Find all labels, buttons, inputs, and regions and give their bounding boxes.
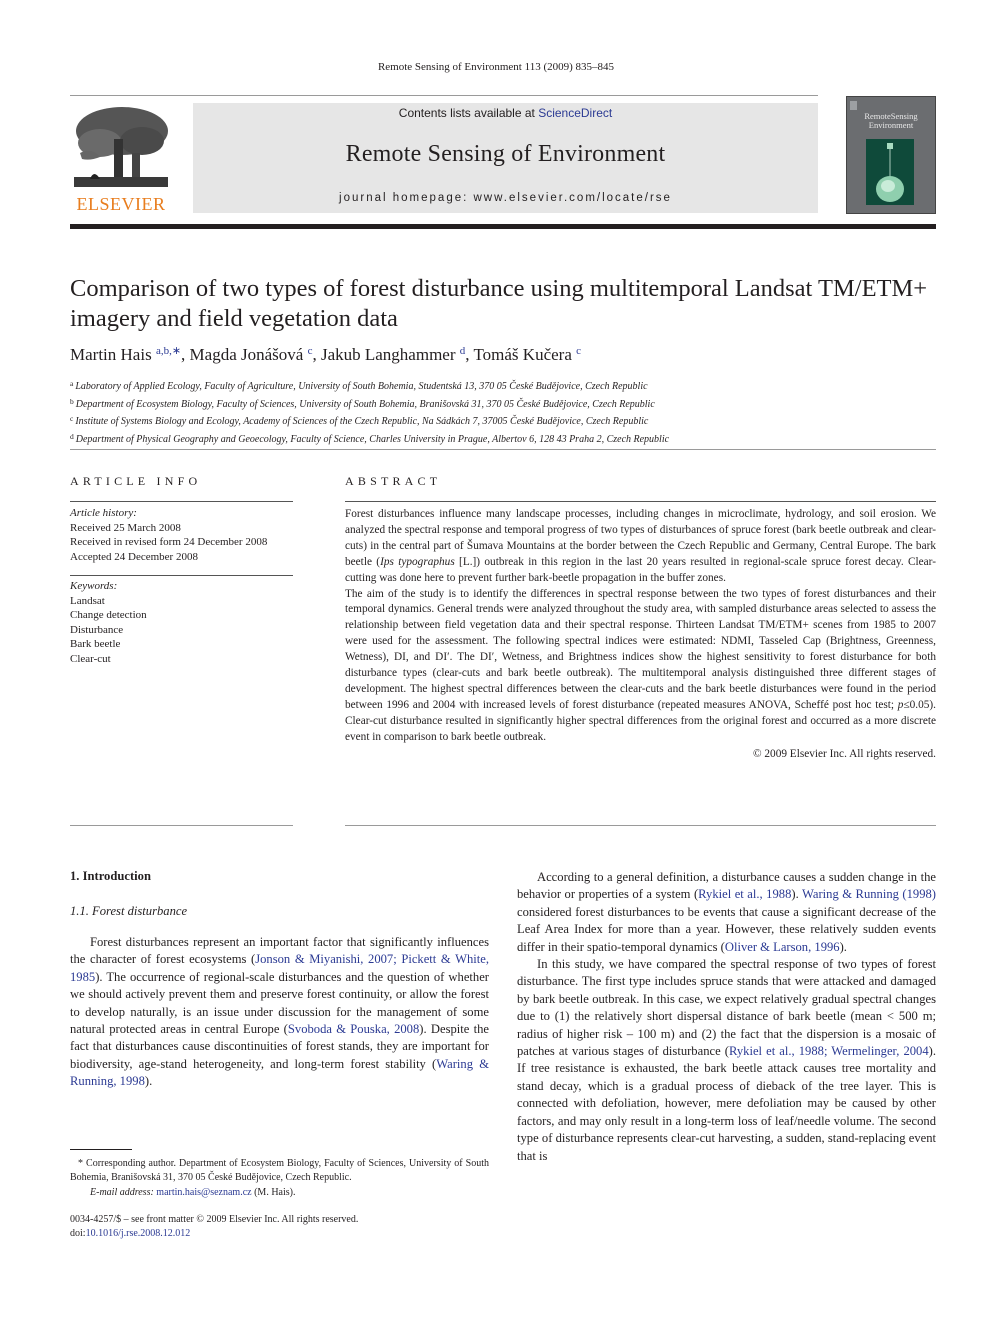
body-text: ). (791, 887, 802, 902)
affiliation-key: c (70, 414, 74, 423)
history-item: Received 25 March 2008 (70, 521, 181, 534)
doi-label: doi: (70, 1228, 86, 1240)
sciencedirect-link[interactable]: ScienceDirect (538, 106, 612, 120)
history-item: Received in revised form 24 December 200… (70, 536, 268, 548)
left-column: Forest disturbances represent an importa… (70, 934, 489, 1091)
abstract-rights: © 2009 Elsevier Inc. All rights reserved… (752, 747, 936, 760)
contents-line: Contents lists available at ScienceDirec… (193, 106, 818, 120)
header-thick-rule (70, 224, 936, 229)
doi-link[interactable]: 10.1016/j.rse.2008.12.012 (86, 1228, 191, 1239)
keyword: Disturbance (70, 623, 124, 636)
history-heading: Article history: (70, 507, 137, 519)
email-line: E-mail address: martin.hais@seznam.cz (M… (70, 1186, 489, 1200)
issn-doi: 0034-4257/$ – see front matter © 2009 El… (70, 1213, 358, 1242)
body-text: ). (144, 1074, 153, 1089)
citation-link[interactable]: Rykiel et al., 1988; Wermelinger, 2004 (729, 1044, 929, 1058)
keyword: Clear-cut (70, 652, 111, 665)
abstract-heading: ABSTRACT (345, 474, 442, 488)
body-text: ). (839, 939, 847, 954)
article-info-rule (70, 501, 293, 502)
abstract-body: Forest disturbances influence many lands… (345, 507, 936, 763)
keyword: Bark beetle (70, 638, 121, 650)
article-info-heading: ARTICLE INFO (70, 474, 202, 488)
citation-link[interactable]: Waring & Running (1998) (802, 887, 936, 901)
keyword: Change detection (70, 609, 147, 621)
body-paragraph: According to a general definition, a dis… (517, 869, 936, 956)
abstract-rule (345, 501, 936, 502)
journal-banner: Contents lists available at ScienceDirec… (193, 103, 818, 213)
affiliation-key: b (70, 396, 74, 406)
citation-link[interactable]: Svoboda & Pouska, 2008 (288, 1022, 419, 1036)
affiliation: d Department of Physical Geography and Ge… (70, 430, 669, 448)
footnote: * Corresponding author. Department of Ec… (70, 1157, 489, 1200)
affiliation-text: Department of Ecosystem Biology, Faculty… (75, 398, 655, 410)
keywords-heading: Keywords: (70, 580, 118, 592)
email-suffix: (M. Hais). (251, 1186, 296, 1198)
running-head: Remote Sensing of Environment 113 (2009)… (377, 61, 615, 73)
affiliation-key: a (70, 379, 74, 388)
author-name: Magda Jonášová (189, 345, 304, 364)
author-name: Martin Hais (70, 345, 152, 364)
journal-cover[interactable]: RemoteSensing Environment (846, 96, 936, 214)
elsevier-logo[interactable]: ELSEVIER (70, 103, 172, 215)
body-paragraph: Forest disturbances represent an importa… (70, 934, 489, 1091)
email-link[interactable]: martin.hais@seznam.cz (156, 1187, 251, 1198)
affiliation-text: Institute of Systems Biology and Ecology… (75, 416, 649, 427)
citation-link[interactable]: Oliver & Larson, 1996 (725, 940, 840, 954)
abstract-paragraph: Forest disturbances influence many lands… (345, 507, 936, 587)
footnote-rule (70, 1149, 132, 1150)
author-name: Tomáš Kučera (473, 345, 572, 364)
author-name: Jakub Langhammer (320, 345, 456, 364)
affiliations: a Laboratory of Applied Ecology, Faculty … (70, 377, 669, 447)
affiliation-text: Department of Physical Geography and Geo… (75, 433, 670, 445)
author[interactable]: Martin Hais a,b,∗, (70, 345, 190, 364)
affiliation: b Department of Ecosystem Biology, Facult… (70, 395, 669, 413)
species-name: Ips typographus (380, 555, 455, 568)
article-info-bottom-rule (70, 825, 293, 826)
author-affil-link[interactable]: c (576, 345, 581, 357)
article-history: Article history: Received 25 March 2008 … (70, 506, 267, 564)
author-separator: , (312, 345, 321, 364)
keywords: Keywords: Landsat Change detection Distu… (70, 579, 147, 666)
abstract-bottom-rule (345, 825, 936, 826)
issn-line: 0034-4257/$ – see front matter © 2009 El… (70, 1214, 359, 1225)
author[interactable]: Jakub Langhammer d, (321, 345, 474, 364)
author[interactable]: Tomáš Kučera c (473, 345, 581, 364)
doi-line: doi:10.1016/j.rse.2008.12.012 (70, 1227, 358, 1241)
citation-link[interactable]: Rykiel et al., 1988 (698, 887, 791, 901)
journal-homepage[interactable]: journal homepage: www.elsevier.com/locat… (193, 192, 818, 204)
author[interactable]: Magda Jonášová c, (190, 345, 321, 364)
abstract-text: The aim of the study is to identify the … (345, 587, 936, 711)
cover-logo-icon (850, 101, 857, 110)
cover-art-icon (866, 139, 914, 205)
section-divider (70, 449, 936, 450)
right-column: According to a general definition, a dis… (517, 869, 936, 1165)
affiliation-key: d (70, 431, 74, 441)
keywords-rule (70, 575, 293, 576)
body-paragraph: In this study, we have compared the spec… (517, 956, 936, 1165)
journal-name: Remote Sensing of Environment (345, 141, 666, 167)
subsection-heading: 1.1. Forest disturbance (70, 904, 188, 918)
cover-title: RemoteSensing Environment (847, 112, 935, 130)
affiliation: c Institute of Systems Biology and Ecolog… (70, 412, 669, 430)
abstract-paragraph: The aim of the study is to identify the … (345, 587, 936, 746)
elsevier-tree-icon (70, 103, 172, 191)
author-affil-link[interactable]: a,b,∗ (156, 345, 181, 357)
author-separator: , (181, 345, 190, 364)
keyword: Landsat (70, 594, 105, 607)
body-text: In this study, we have compared the spec… (517, 957, 936, 1059)
email-label: E-mail address: (90, 1186, 154, 1198)
cover-title-line2: Environment (868, 120, 914, 130)
header-rule (70, 95, 818, 96)
affiliation: a Laboratory of Applied Ecology, Faculty … (70, 377, 669, 395)
article-title: Comparison of two types of forest distur… (70, 275, 928, 332)
author-list: Martin Hais a,b,∗, Magda Jonášová c, Jak… (70, 344, 581, 365)
contents-prefix: Contents lists available at (398, 106, 539, 120)
body-text: ). If tree resistance is exhausted, the … (517, 1044, 936, 1163)
affiliation-text: Laboratory of Applied Ecology, Faculty o… (75, 381, 648, 392)
corresponding-author-note: * Corresponding author. Department of Ec… (70, 1158, 489, 1184)
elsevier-wordmark: ELSEVIER (76, 194, 166, 214)
section-heading: 1. Introduction (70, 869, 151, 883)
history-item: Accepted 24 December 2008 (70, 550, 198, 563)
